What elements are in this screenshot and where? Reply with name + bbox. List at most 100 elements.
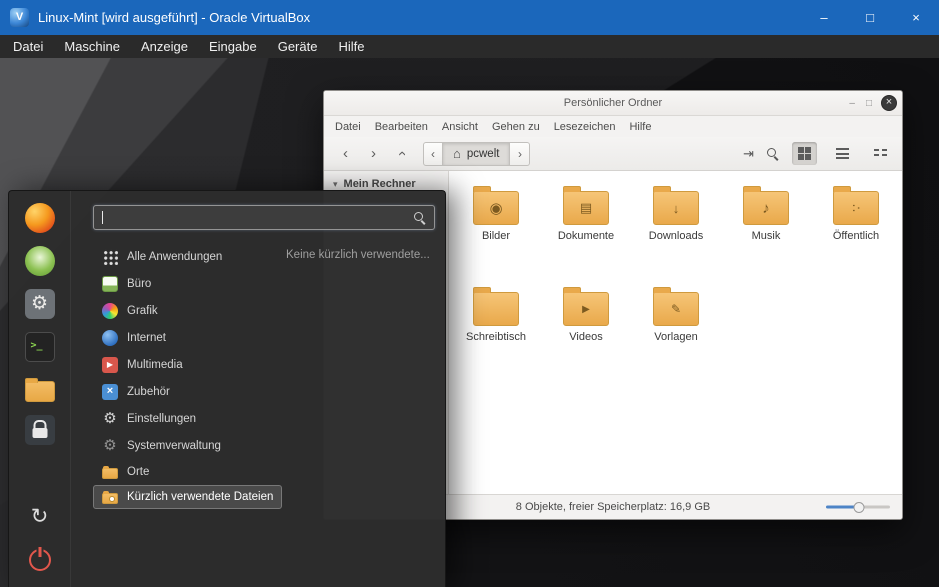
menu-search-input[interactable] <box>93 205 435 230</box>
location-entry-toggle-icon[interactable] <box>743 146 754 162</box>
category-list: Alle Anwendungen Büro Grafik Internet Mu… <box>93 244 435 509</box>
accessories-icon <box>102 384 118 400</box>
breadcrumb-home-button[interactable]: pcwelt <box>443 142 510 166</box>
folder-label: Bilder <box>482 230 510 243</box>
file-manager-menu-item[interactable]: Gehen zu <box>492 121 540 133</box>
file-manager-menu-item[interactable]: Lesezeichen <box>554 121 616 133</box>
close-button[interactable]: × <box>893 0 939 35</box>
file-manager-titlebar[interactable]: Persönlicher Ordner <box>324 91 902 116</box>
multimedia-icon <box>102 357 118 373</box>
folder-item[interactable]: Schreibtisch <box>451 285 541 386</box>
search-icon[interactable] <box>767 148 779 160</box>
file-manager-menu-item[interactable]: Bearbeiten <box>375 121 428 133</box>
virtualbox-menu-item[interactable]: Geräte <box>278 39 318 54</box>
breadcrumb-right-button[interactable]: › <box>510 142 530 166</box>
folder-icon <box>833 191 879 225</box>
window-title: Linux-Mint [wird ausgeführt] - Oracle Vi… <box>38 10 310 25</box>
virtualbox-menu-item[interactable]: Hilfe <box>338 39 364 54</box>
text-cursor <box>102 211 103 224</box>
logout-icon[interactable] <box>25 502 55 532</box>
folder-label: Vorlagen <box>654 331 697 344</box>
category-label: Grafik <box>127 305 158 317</box>
folder-item[interactable]: Vorlagen <box>631 285 721 386</box>
up-button[interactable] <box>389 142 414 166</box>
zoom-slider-knob[interactable] <box>854 502 865 513</box>
file-manager-menu-item[interactable]: Ansicht <box>442 121 478 133</box>
folder-item[interactable]: Dokumente <box>541 184 631 285</box>
back-button[interactable] <box>333 142 358 166</box>
folder-icon <box>473 292 519 326</box>
category-label: Systemverwaltung <box>127 440 221 452</box>
template-emblem-icon <box>654 293 698 325</box>
list-view-button[interactable] <box>830 142 855 165</box>
files-icon[interactable] <box>25 381 55 402</box>
virtualbox-logo-icon <box>10 8 29 27</box>
minimize-button[interactable]: – <box>801 0 847 35</box>
multimedia-category-item[interactable]: Multimedia <box>93 352 192 378</box>
software-manager-icon[interactable] <box>25 246 55 276</box>
file-manager-window-controls <box>849 91 872 115</box>
internet-icon <box>102 330 118 346</box>
file-manager-menu-item[interactable]: Hilfe <box>629 121 651 133</box>
folder-icon <box>653 191 699 225</box>
recent-category-item[interactable]: Kürzlich verwendete Dateien <box>93 485 282 509</box>
file-manager-toolbar: ‹ pcwelt › <box>324 137 902 171</box>
folder-grid: Bilder Dokumente Downloads <box>449 171 902 386</box>
breadcrumb-label: pcwelt <box>467 148 500 160</box>
virtualbox-menu-item[interactable]: Eingabe <box>209 39 257 54</box>
minimize-button[interactable] <box>849 98 855 109</box>
internet-category-item[interactable]: Internet <box>93 325 175 351</box>
office-category-item[interactable]: Büro <box>93 271 160 297</box>
folder-item[interactable]: Bilder <box>451 184 541 285</box>
camera-emblem-icon <box>474 192 518 224</box>
folder-icon <box>563 191 609 225</box>
maximize-button[interactable] <box>866 98 872 109</box>
maximize-button[interactable]: □ <box>847 0 893 35</box>
breadcrumb-left-button[interactable]: ‹ <box>423 142 443 166</box>
statusbar-text: 8 Objekte, freier Speicherplatz: 16,9 GB <box>516 501 710 513</box>
folder-label: Videos <box>569 331 602 344</box>
compact-view-button[interactable] <box>868 142 893 165</box>
settings-icon <box>102 411 118 427</box>
firefox-icon[interactable] <box>25 203 55 233</box>
all-icon <box>102 249 118 265</box>
folder-icon <box>743 191 789 225</box>
grid-view-icon <box>798 147 811 160</box>
terminal-icon[interactable] <box>25 332 55 362</box>
all-category-item[interactable]: Alle Anwendungen <box>93 244 231 270</box>
places-category-item[interactable]: Orte <box>93 460 158 484</box>
file-manager-menu-item[interactable]: Datei <box>335 121 361 133</box>
close-button[interactable] <box>881 95 897 111</box>
power-icon[interactable] <box>25 545 55 575</box>
virtualbox-menu-item[interactable]: Datei <box>13 39 43 54</box>
system-settings-icon[interactable] <box>25 289 55 319</box>
category-label: Büro <box>127 278 151 290</box>
folder-item[interactable]: Öffentlich <box>811 184 901 285</box>
system-category-item[interactable]: Systemverwaltung <box>93 433 230 459</box>
grid-view-button[interactable] <box>792 142 817 165</box>
mint-menu: Alle Anwendungen Büro Grafik Internet Mu… <box>8 190 446 587</box>
lock-screen-icon[interactable] <box>25 415 55 445</box>
favorites-group <box>25 203 55 445</box>
virtualbox-menu-item[interactable]: Maschine <box>64 39 120 54</box>
places-icon <box>102 468 118 479</box>
folder-item[interactable]: Musik <box>721 184 811 285</box>
graphics-category-item[interactable]: Grafik <box>93 298 167 324</box>
settings-category-item[interactable]: Einstellungen <box>93 406 205 432</box>
breadcrumb: ‹ pcwelt › <box>423 142 530 166</box>
folder-icon <box>653 292 699 326</box>
folder-label: Musik <box>752 230 781 243</box>
virtualbox-titlebar[interactable]: Linux-Mint [wird ausgeführt] - Oracle Vi… <box>0 0 939 35</box>
virtualbox-menu-item[interactable]: Anzeige <box>141 39 188 54</box>
screen: Linux-Mint [wird ausgeführt] - Oracle Vi… <box>0 0 939 587</box>
folder-item[interactable]: Downloads <box>631 184 721 285</box>
folder-item[interactable]: Videos <box>541 285 631 386</box>
forward-button[interactable] <box>361 142 386 166</box>
accessories-category-item[interactable]: Zubehör <box>93 379 179 405</box>
chevron-up-icon <box>393 151 410 156</box>
category-label: Kürzlich verwendete Dateien <box>127 491 273 503</box>
list-view-icon <box>836 147 849 160</box>
zoom-slider[interactable] <box>826 506 890 509</box>
toolbar-right-group <box>743 142 893 165</box>
music-emblem-icon <box>744 192 788 224</box>
